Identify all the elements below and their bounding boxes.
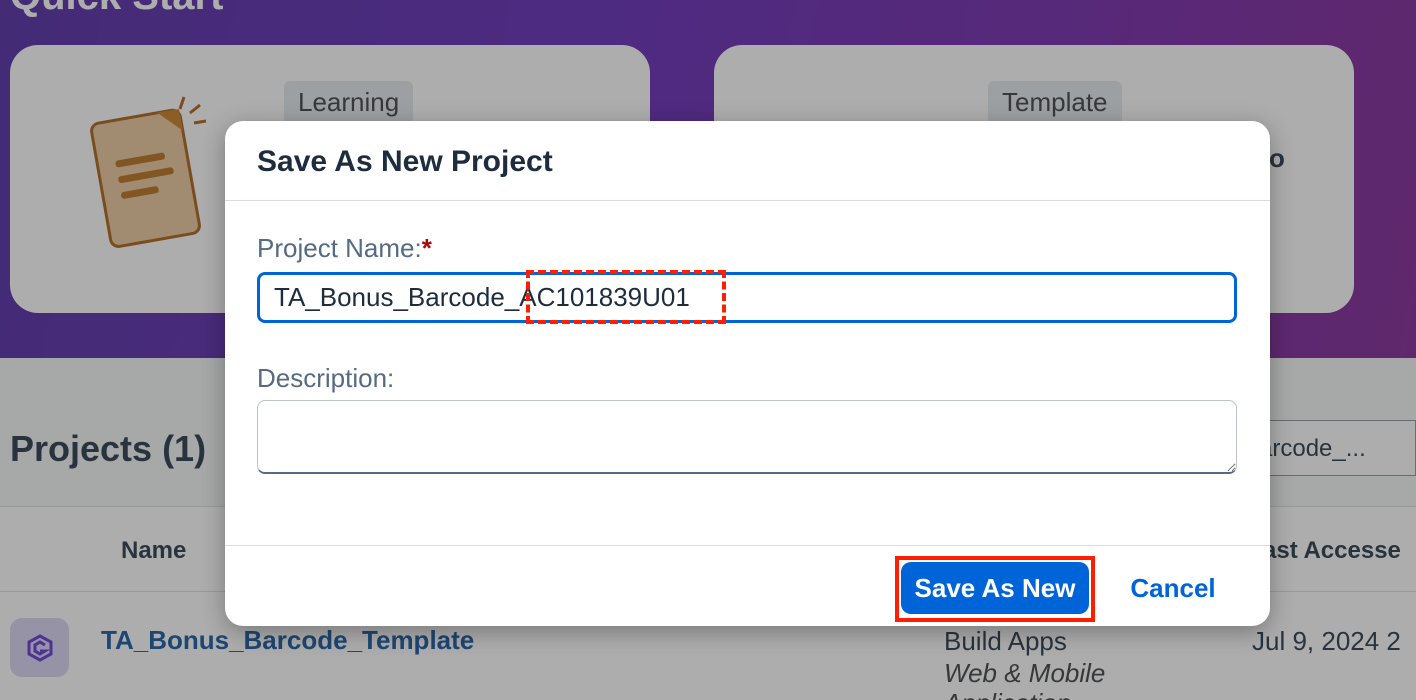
- dialog-header: Save As New Project: [225, 121, 1270, 201]
- save-as-new-button[interactable]: Save As New: [901, 562, 1089, 614]
- project-name-input[interactable]: [257, 272, 1237, 323]
- dialog-footer: Save As New Cancel: [225, 545, 1270, 626]
- required-indicator: *: [421, 233, 432, 263]
- project-name-label: Project Name:*: [257, 233, 432, 264]
- description-input[interactable]: [257, 400, 1237, 474]
- save-as-new-project-dialog: Save As New Project Project Name:* Descr…: [225, 121, 1270, 626]
- description-label: Description:: [257, 363, 395, 393]
- cancel-button[interactable]: Cancel: [1118, 562, 1228, 614]
- project-name-label-text: Project Name:: [257, 233, 422, 263]
- dialog-title: Save As New Project: [257, 145, 553, 178]
